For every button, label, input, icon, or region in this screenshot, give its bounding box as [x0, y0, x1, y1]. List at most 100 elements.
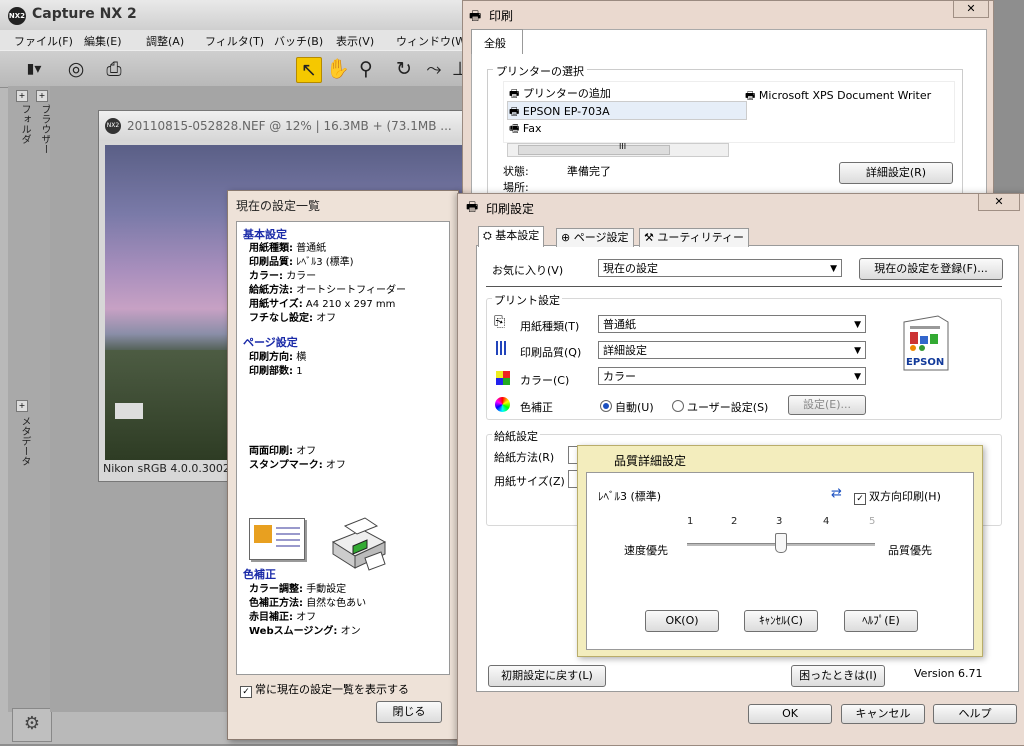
checkbox-checked-icon[interactable]: ✓ [854, 493, 866, 505]
tab-general[interactable]: 全般 [471, 29, 523, 54]
zoom-icon[interactable]: ⚲ [354, 57, 378, 81]
feed-settings-group-label: 給紙設定 [492, 428, 540, 444]
xps-printer-label: Microsoft XPS Document Writer [758, 89, 932, 102]
expand-browser-icon[interactable]: + [36, 90, 48, 102]
bidirectional-checkbox[interactable]: ✓ 双方向印刷(H) [854, 488, 941, 505]
tab-basic[interactable]: ⛭ 基本設定 [478, 226, 545, 247]
quality-ok-button[interactable]: OK(O) [645, 610, 719, 632]
slider-tick-2: 2 [731, 516, 738, 527]
list-item: 印刷部数: 1 [249, 366, 303, 377]
add-printer-label: プリンターの追加 [522, 87, 611, 100]
color-wheel-icon [495, 397, 510, 412]
select-arrow-icon[interactable]: ↖ [296, 57, 322, 83]
list-item: 色補正方法: 自然な色あい [249, 598, 367, 609]
print-quality-select[interactable]: 詳細設定 ▼ [598, 341, 866, 359]
radio-selected-icon[interactable] [600, 400, 612, 412]
auto-radio[interactable]: 自動(U) [600, 399, 654, 415]
image-logo-icon: NX2 [105, 118, 121, 134]
printer-illustration-icon [331, 517, 387, 571]
bidirectional-label: 双方向印刷(H) [869, 490, 941, 503]
metadata-label[interactable]: メタデータ [17, 416, 32, 466]
current-settings-window: 現在の設定一覧 基本設定 用紙種類: 普通紙 印刷品質: ﾚﾍﾞﾙ3 (標準) … [227, 190, 459, 740]
list-item: 用紙サイズ: A4 210 x 297 mm [249, 299, 396, 310]
photo-house [115, 403, 143, 419]
printer-icon: 🖶 [469, 9, 482, 24]
list-item: Webスムージング: オン [249, 626, 361, 637]
ok-button[interactable]: OK [748, 704, 832, 724]
tab-basic-label: 基本設定 [495, 229, 540, 242]
image-title-bar[interactable]: NX2 20110815-052828.NEF @ 12% | 16.3MB +… [99, 111, 471, 141]
layout-icon[interactable]: ▮▾ [22, 57, 46, 81]
menu-filter[interactable]: フィルタ(T) [205, 33, 264, 49]
color-grid-icon [496, 371, 510, 385]
expand-folder-icon[interactable]: + [16, 90, 28, 102]
troubleshoot-button[interactable]: 困ったときは(I) [791, 665, 885, 687]
menu-batch[interactable]: バッチ(B) [274, 33, 323, 49]
chevron-down-icon: ▼ [854, 372, 861, 382]
always-show-checkbox[interactable]: ✓ 常に現在の設定一覧を表示する [240, 681, 409, 698]
tab-page[interactable]: ⊕ ページ設定 [556, 228, 634, 247]
speed-priority-label: 速度優先 [624, 544, 668, 557]
menu-view[interactable]: 表示(V) [336, 33, 374, 49]
list-item: 給紙方法: オートシートフィーダー [249, 285, 406, 296]
paper-type-icon: ⎘ [494, 314, 506, 330]
hand-icon[interactable]: ✋ [326, 57, 350, 81]
cancel-button[interactable]: キャンセル [841, 704, 925, 724]
print-icon[interactable]: ⎙ [102, 57, 126, 81]
printer-select-label: プリンターの選択 [493, 63, 587, 79]
correction-settings-button[interactable]: 設定(E)... [788, 395, 866, 415]
quality-priority-label: 品質優先 [888, 544, 932, 557]
menu-bar: ファイル(F) 編集(E) 調整(A) フィルタ(T) バッチ(B) 表示(V)… [0, 30, 470, 50]
page-tab-icon: ⊕ [561, 231, 574, 244]
app-logo-icon: NX2 [8, 7, 26, 25]
paper-size-label: 用紙サイズ(Z) [494, 475, 565, 488]
camera-icon[interactable]: ◎ [64, 57, 88, 81]
expand-metadata-icon[interactable]: + [16, 400, 28, 412]
toolbar: ▮▾ ◎ ⎙ ↖ ✋ ⚲ ↻ ⤳ ⊥ [0, 50, 470, 88]
quality-slider-thumb[interactable] [775, 533, 787, 553]
list-item: 印刷品質: ﾚﾍﾞﾙ3 (標準) [249, 257, 354, 268]
advanced-settings-button[interactable]: 詳細設定(R) [839, 162, 953, 184]
checkbox-checked-icon[interactable]: ✓ [240, 686, 252, 698]
close-icon[interactable]: ✕ [978, 194, 1020, 211]
radio-icon[interactable] [672, 400, 684, 412]
print-quality-icon [496, 341, 508, 355]
list-item[interactable]: 🖶 Microsoft XPS Document Writer [745, 87, 931, 106]
help-button[interactable]: ヘルプ [933, 704, 1017, 724]
tab-utility[interactable]: ⚒ ユーティリティー [639, 228, 750, 247]
list-item[interactable]: 🖷 Fax [509, 120, 541, 139]
menu-file[interactable]: ファイル(F) [14, 33, 73, 49]
straighten-icon[interactable]: ⤳ [422, 57, 446, 81]
reset-defaults-button[interactable]: 初期設定に戻す(L) [488, 665, 606, 687]
folder-label[interactable]: フォルダ [17, 104, 32, 144]
version-label: Version 6.71 [914, 667, 983, 680]
quality-help-button[interactable]: ﾍﾙﾌﾟ(E) [844, 610, 918, 632]
app-title: Capture NX 2 [32, 6, 137, 22]
list-item: スタンプマーク: オフ [249, 460, 346, 471]
menu-adjust[interactable]: 調整(A) [146, 33, 184, 49]
close-button[interactable]: 閉じる [376, 701, 442, 723]
fax-icon: 🖷 [509, 122, 523, 135]
tab-general-label: 全般 [484, 37, 506, 50]
favorites-select[interactable]: 現在の設定 ▼ [598, 259, 842, 277]
menu-edit[interactable]: 編集(E) [84, 33, 122, 49]
print-dialog: 🖶 印刷 ✕ 全般 プリンターの選択 🖶 プリンターの追加 🖶 Microsof… [462, 0, 994, 201]
paper-type-select[interactable]: 普通紙 ▼ [598, 315, 866, 333]
stamp-preview-image [249, 518, 305, 560]
quality-cancel-button[interactable]: ｷｬﾝｾﾙ(C) [744, 610, 818, 632]
settings-summary-panel: 基本設定 用紙種類: 普通紙 印刷品質: ﾚﾍﾞﾙ3 (標準) カラー: カラー… [236, 221, 450, 675]
paper-type-label: 用紙種類(T) [520, 320, 580, 333]
close-icon[interactable]: ✕ [953, 1, 989, 18]
print-dialog-title: 印刷 [489, 9, 514, 23]
print-settings-group-label: プリント設定 [492, 292, 562, 308]
user-setting-radio[interactable]: ユーザー設定(S) [672, 399, 768, 415]
list-item: 用紙種類: 普通紙 [249, 243, 327, 254]
menu-window[interactable]: ウィンドウ(W) [396, 33, 470, 49]
chevron-down-icon: ▼ [830, 264, 837, 274]
list-item[interactable]: 🖶 プリンターの追加 [509, 85, 611, 104]
settings-gear-icon[interactable]: ⚙ [12, 708, 52, 742]
rotate-icon[interactable]: ↻ [392, 57, 416, 81]
scrollbar-thumb[interactable] [518, 145, 670, 155]
color-select[interactable]: カラー ▼ [598, 367, 866, 385]
register-settings-button[interactable]: 現在の設定を登録(F)... [859, 258, 1003, 280]
